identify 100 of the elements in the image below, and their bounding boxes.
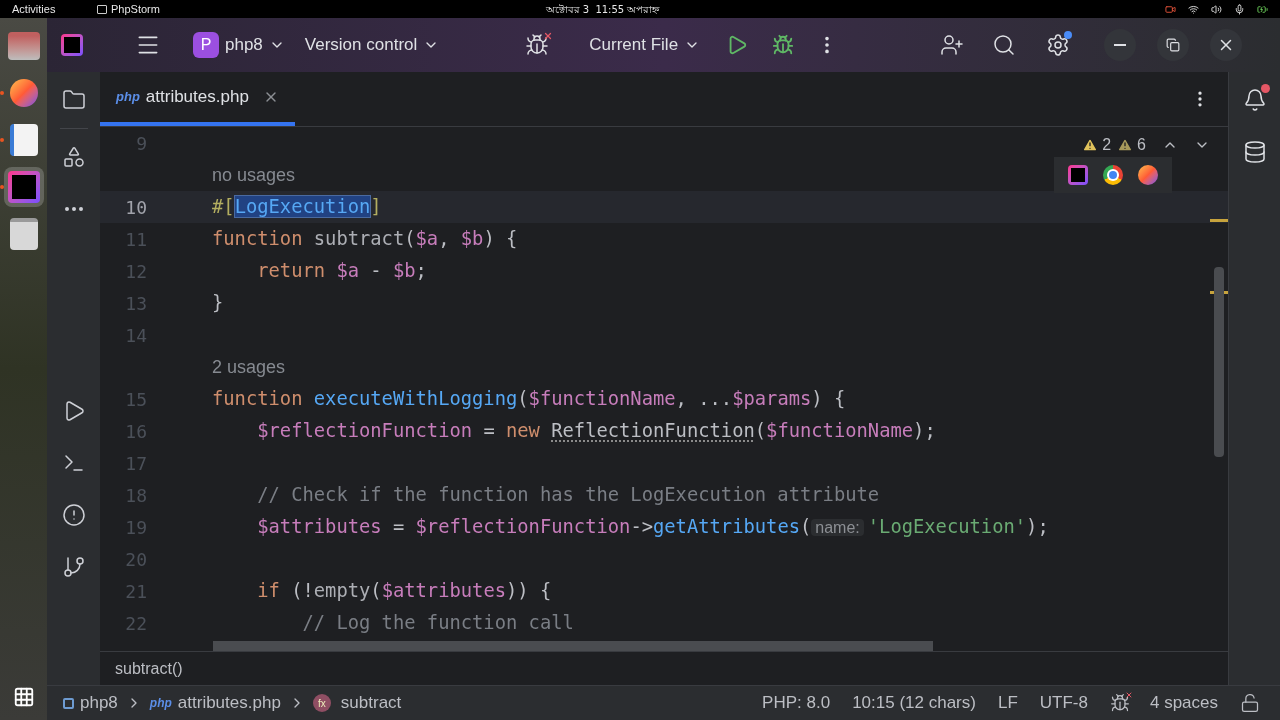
code-token: $functionName: [528, 387, 676, 409]
database-tool-icon[interactable]: [1242, 140, 1267, 164]
warning-icon: [1082, 137, 1099, 153]
warning-icon: [1117, 137, 1134, 153]
code-token: (: [404, 227, 416, 249]
path-label: attributes.php: [177, 692, 281, 715]
code-token: ) {: [483, 227, 518, 249]
search-icon[interactable]: [992, 33, 1017, 57]
activities-button[interactable]: Activities: [12, 0, 97, 18]
status-path-item[interactable]: php8: [63, 690, 118, 716]
horizontal-scrollbar[interactable]: [213, 641, 933, 651]
usages-hint[interactable]: 2 usages: [212, 356, 286, 377]
status-path-item[interactable]: php attributes.php: [149, 690, 281, 716]
git-tool-icon[interactable]: [61, 555, 86, 579]
code-token: function: [212, 227, 304, 249]
code-token: =: [391, 515, 406, 537]
status-item[interactable]: PHP: 8.0: [762, 690, 831, 716]
code-token: ) {: [811, 387, 846, 409]
structure-tool-icon[interactable]: [61, 145, 86, 169]
debug-icon[interactable]: [772, 34, 795, 56]
code-token: $a: [415, 227, 439, 249]
code-token: $a: [336, 259, 359, 281]
folder-icon[interactable]: [7, 32, 40, 60]
breadcrumb[interactable]: subtract(): [115, 656, 183, 681]
battery-icon[interactable]: [1257, 3, 1268, 15]
window-icon: [97, 4, 107, 14]
lock-icon[interactable]: [1240, 693, 1260, 713]
code-token: ,: [438, 227, 451, 249]
code-token: ]: [370, 195, 382, 217]
version-control-menu[interactable]: Version control: [304, 32, 440, 58]
maximize-button[interactable]: [1157, 29, 1190, 61]
phpstorm-browser-icon[interactable]: [1068, 165, 1088, 185]
code-token: }: [212, 291, 224, 313]
code-token: executeWithLogging: [313, 387, 518, 409]
add-user-icon[interactable]: [940, 33, 965, 57]
run-configuration-menu[interactable]: Current File: [589, 32, 701, 58]
problems-tool-icon[interactable]: [61, 503, 86, 527]
no-inspection-icon[interactable]: [1109, 693, 1130, 713]
microphone-icon[interactable]: [1234, 3, 1245, 15]
code-token: =: [482, 419, 496, 441]
code-comment: // Check if the function has the LogExecution attribute: [256, 483, 880, 505]
status-item[interactable]: LF: [997, 690, 1018, 716]
app-grid-icon[interactable]: [12, 686, 35, 708]
module-icon: [63, 697, 74, 709]
running-indicator: [0, 138, 4, 142]
warning-count[interactable]: 2: [1082, 133, 1112, 157]
vertical-scrollbar[interactable]: [1214, 267, 1224, 457]
usages-hint[interactable]: no usages: [212, 164, 296, 185]
code-token: $reflectionFunction: [415, 515, 631, 537]
project-selector[interactable]: P php8: [193, 32, 285, 58]
code-token: ;: [415, 259, 427, 281]
restore-icon: [1166, 38, 1181, 52]
phpstorm-logo-icon[interactable]: [61, 34, 83, 56]
tab-label: attributes.php: [145, 86, 249, 109]
code-token: #[: [212, 195, 235, 217]
code-token: new: [506, 419, 541, 441]
function-icon: fx: [312, 694, 331, 712]
parameter-hint: name:: [811, 518, 864, 536]
browser-icon[interactable]: [9, 79, 38, 107]
camera-icon[interactable]: [1165, 3, 1176, 15]
code-token: ReflectionFunction: [551, 419, 755, 441]
status-item[interactable]: UTF-8: [1039, 690, 1088, 716]
status-path-item[interactable]: fx subtract: [312, 690, 402, 716]
code-token: ->: [630, 515, 653, 537]
settings-icon[interactable]: [1046, 33, 1071, 57]
chrome-icon[interactable]: [1103, 165, 1123, 185]
code-token: $attributes: [256, 515, 382, 537]
warning-marker: [1210, 219, 1228, 222]
project-tool-icon[interactable]: [61, 88, 86, 112]
editor-tab[interactable]: php attributes.php: [100, 72, 295, 126]
wifi-icon[interactable]: [1188, 3, 1199, 15]
minimize-button[interactable]: [1104, 29, 1137, 61]
trash-icon[interactable]: [9, 218, 38, 250]
php-file-icon: php: [149, 694, 172, 712]
close-button[interactable]: [1210, 29, 1243, 61]
code-token: subtract: [313, 227, 405, 249]
code-token: (!: [291, 579, 314, 601]
status-item[interactable]: 10:15 (12 chars): [852, 690, 976, 716]
code-token: $attributes: [381, 579, 507, 601]
path-label: subtract: [340, 692, 402, 715]
running-indicator: [0, 185, 4, 189]
line-number: 10: [125, 196, 147, 218]
minimize-icon: [1114, 44, 1127, 46]
code-token: $b: [460, 227, 484, 249]
code-token: $reflectionFunction: [256, 419, 473, 441]
firefox-icon[interactable]: [1138, 165, 1158, 185]
text-editor-icon[interactable]: [9, 124, 38, 156]
php-file-icon: php: [116, 87, 140, 107]
code-token: getAttributes: [653, 515, 800, 537]
weak-warning-count[interactable]: 6: [1117, 133, 1146, 157]
app-name[interactable]: PhpStorm: [97, 0, 160, 18]
clock[interactable]: অক্টোবর 3 11:55 অপরাহ্ন: [159, 1, 1045, 17]
status-item[interactable]: 4 spaces: [1149, 690, 1218, 716]
code-token: LogExecution: [234, 195, 371, 217]
code-token: 'LogExecution': [867, 515, 1027, 537]
code-token: );: [1026, 515, 1049, 537]
volume-icon[interactable]: [1211, 3, 1222, 15]
code-token: (: [800, 515, 812, 537]
code-token: -: [369, 259, 383, 281]
debug-stop-icon[interactable]: [525, 33, 550, 57]
